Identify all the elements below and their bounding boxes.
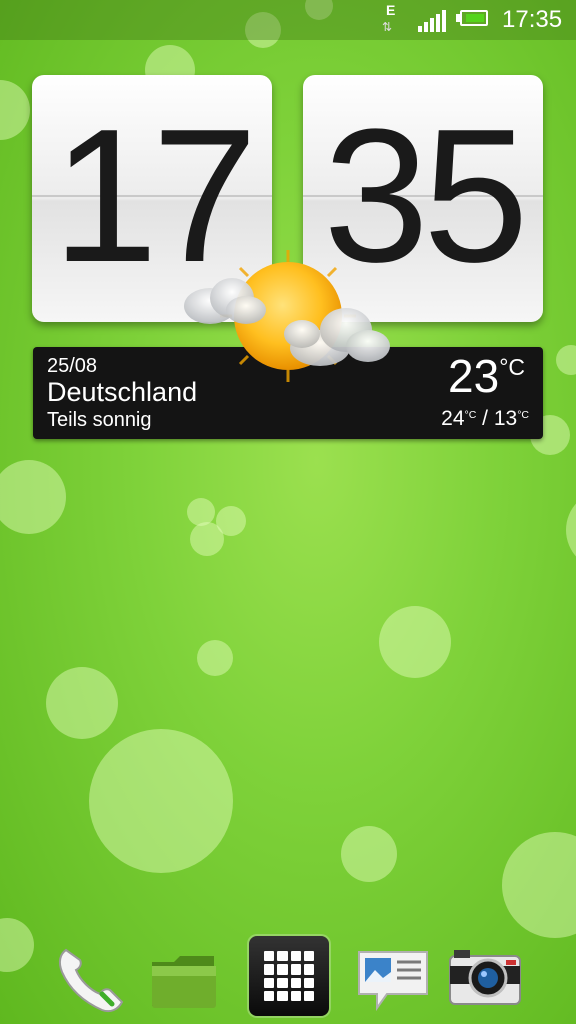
messages-icon[interactable] bbox=[357, 948, 429, 1012]
weather-date: 25/08 bbox=[47, 355, 98, 377]
status-bar-time: 17:35 bbox=[502, 6, 563, 33]
folder-icon[interactable] bbox=[150, 952, 218, 1010]
status-bar[interactable]: E ⇅ 17:35 bbox=[0, 0, 576, 40]
weather-location: Deutschland bbox=[47, 377, 198, 407]
all-apps-icon bbox=[264, 951, 314, 1001]
data-transfer-icon: E ⇅ bbox=[382, 2, 396, 34]
phone-icon[interactable] bbox=[52, 940, 128, 1016]
partly-sunny-icon[interactable] bbox=[180, 250, 395, 385]
battery-icon bbox=[456, 10, 490, 28]
network-type-label: E bbox=[386, 2, 396, 18]
weather-temperature-range: 24°C / 13°C bbox=[441, 407, 529, 430]
all-apps-button[interactable] bbox=[249, 936, 329, 1016]
camera-icon[interactable] bbox=[448, 946, 522, 1008]
weather-condition: Teils sonnig bbox=[47, 409, 152, 431]
weather-temperature: 23°C bbox=[448, 350, 525, 402]
signal-icon bbox=[418, 10, 446, 32]
